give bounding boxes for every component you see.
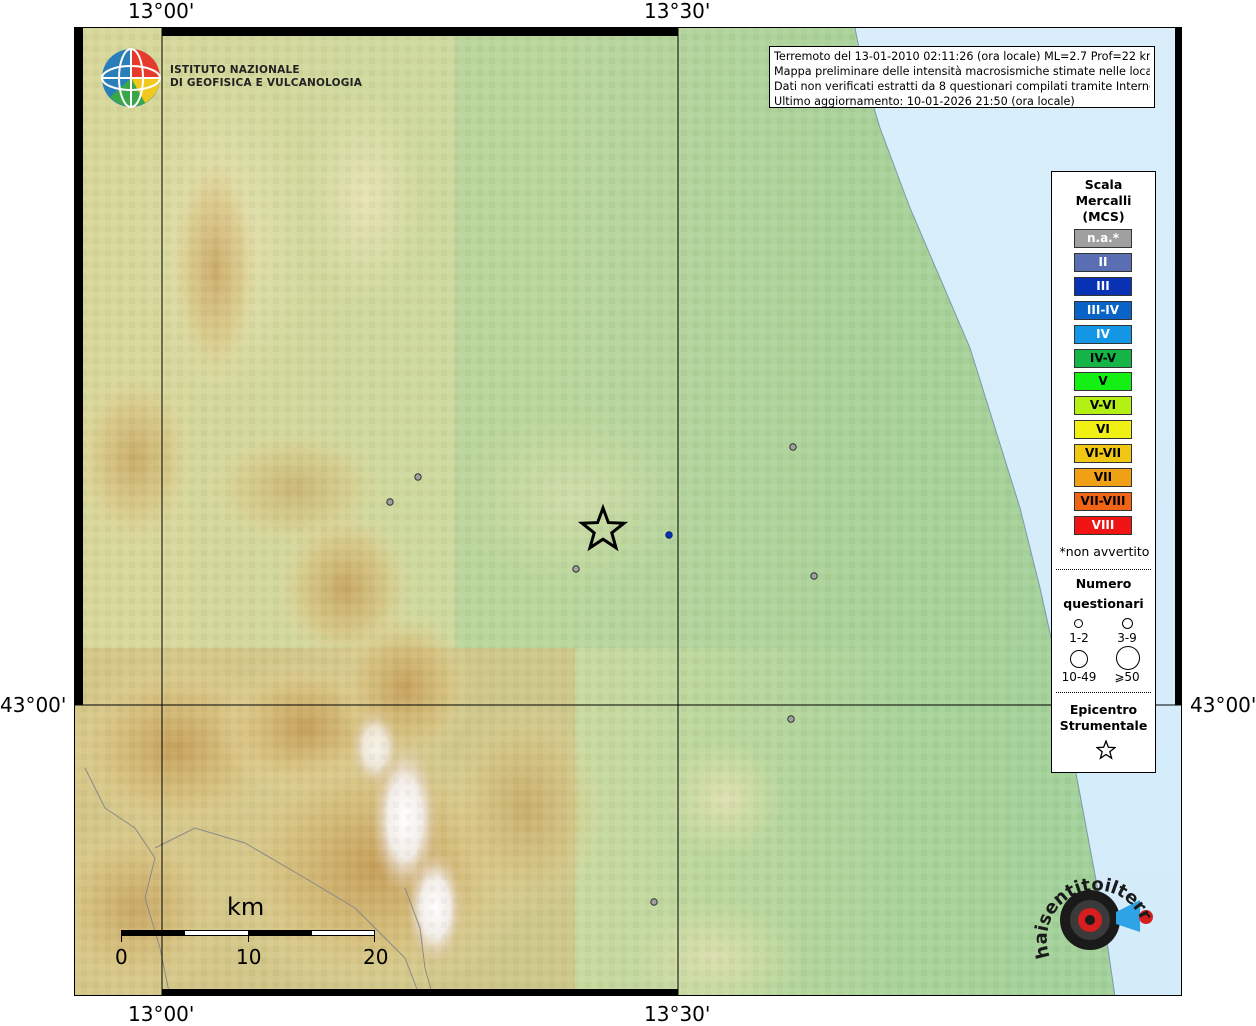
mcs-class-na: n.a.* (1074, 229, 1132, 248)
point-na[interactable] (787, 715, 795, 723)
legend-panel: Scala Mercalli (MCS) n.a.* II III III-IV IV I… (1051, 171, 1156, 773)
hsit-watermark-logo-icon: haisentitoilterremoto.it (1032, 862, 1156, 961)
coord-top-right: 13°30' (644, 0, 711, 23)
scalebar-unit: km (227, 893, 265, 921)
map-frame[interactable]: km 0 10 20 (74, 27, 1182, 996)
event-info-line4: Ultimo aggiornamento: 10-01-2026 21:50 (… (774, 95, 1075, 108)
legend-separator (1056, 692, 1151, 693)
legend-epicenter-title: Strumentale (1059, 718, 1148, 733)
intensity-points (386, 443, 818, 906)
ingv-logo-text: ISTITUTO NAZIONALE DI GEOFISICA E VULCAN… (170, 64, 362, 90)
count-circle-xlarge-icon (1116, 646, 1140, 670)
scalebar-tick-10: 10 (236, 945, 262, 969)
count-label-4: ⩾50 (1114, 670, 1140, 684)
count-circle-small-icon (1074, 619, 1083, 628)
logo-line2: DI GEOFISICA E VULCANOLOGIA (170, 77, 363, 89)
mcs-class-iv-v: IV-V (1074, 348, 1132, 368)
scalebar-tick-20: 20 (363, 945, 389, 969)
coord-left-lat: 43°00' (0, 693, 67, 717)
legend-not-felt-note: *non avvertito (1059, 544, 1150, 559)
scalebar: km 0 10 20 (115, 893, 388, 973)
mcs-class-v-vi: V-VI (1074, 396, 1132, 416)
coord-bottom-left: 13°00' (128, 1002, 195, 1026)
scalebar-tick (121, 930, 122, 942)
legend-scale-title: (MCS) (1082, 209, 1125, 224)
legend-count-title: questionari (1063, 596, 1144, 611)
mcs-class-vii: VII (1074, 468, 1132, 487)
point-na[interactable] (650, 898, 658, 906)
mcs-class-iii-iv: III-IV (1074, 300, 1132, 320)
point-na[interactable] (810, 572, 818, 580)
count-label-1: 1-2 (1069, 631, 1089, 645)
event-info-line1: Terremoto del 13-01-2010 02:11:26 (ora l… (774, 50, 1150, 63)
mcs-class-vi: VI (1074, 420, 1132, 440)
legend-scale-title: Mercalli (1075, 193, 1132, 208)
mcs-class-iv: IV (1074, 324, 1132, 344)
scalebar-seg (248, 930, 312, 936)
point-na[interactable] (789, 443, 797, 451)
scalebar-tick-0: 0 (115, 945, 128, 969)
count-label-3: 10-49 (1061, 670, 1097, 684)
point-na[interactable] (572, 565, 580, 573)
point-iii[interactable] (665, 531, 673, 539)
epicenter-star-icon[interactable] (577, 503, 629, 552)
coord-right-lat: 43°00' (1190, 693, 1256, 717)
scalebar-seg (121, 930, 185, 936)
legend-star-icon (1096, 740, 1116, 760)
count-circle-large-icon (1070, 650, 1088, 668)
mcs-class-vii-viii: VII-VIII (1074, 491, 1132, 511)
scalebar-tick (374, 930, 375, 942)
mcs-class-ii: II (1074, 252, 1132, 272)
scalebar-tick (248, 930, 249, 942)
count-label-2: 3-9 (1117, 631, 1137, 645)
logo-line1: ISTITUTO NAZIONALE (170, 64, 300, 76)
coord-bottom-right: 13°30' (644, 1002, 711, 1026)
event-info-line3: Dati non verificati estratti da 8 questi… (774, 80, 1150, 93)
mcs-class-vi-vii: VI-VII (1074, 444, 1132, 464)
mcs-class-v: V (1074, 372, 1132, 392)
mcs-class-viii: VIII (1074, 515, 1132, 535)
coord-top-left: 13°00' (128, 0, 195, 23)
point-na[interactable] (386, 498, 394, 506)
ingv-logo-icon (101, 48, 161, 108)
legend-count-title: Numero (1075, 576, 1132, 591)
count-circle-medium-icon (1122, 618, 1133, 629)
point-na[interactable] (414, 473, 422, 481)
legend-separator (1056, 569, 1151, 570)
legend-scale-title: Scala (1084, 177, 1123, 192)
event-info-box: Terremoto del 13-01-2010 02:11:26 (ora l… (769, 46, 1155, 108)
legend-epicenter-title: Epicentro (1069, 702, 1138, 717)
event-info-line2: Mappa preliminare delle intensità macros… (774, 65, 1150, 78)
mcs-class-iii: III (1074, 276, 1132, 296)
